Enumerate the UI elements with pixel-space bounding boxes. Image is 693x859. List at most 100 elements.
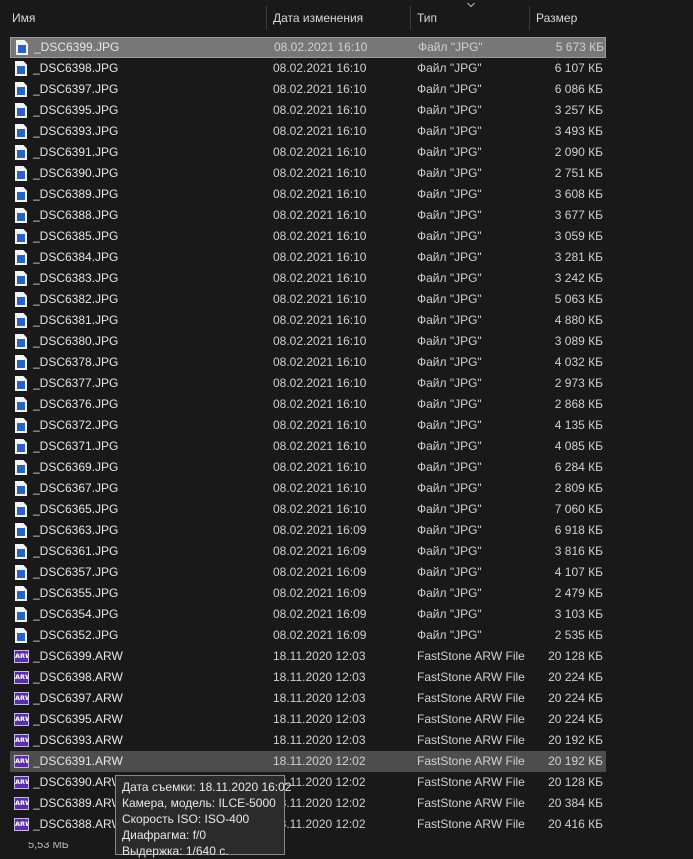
file-row[interactable]: ARW _DSC6395.ARW 18.11.2020 12:03 FastStone…	[10, 709, 606, 730]
file-date: 08.02.2021 16:10	[273, 61, 367, 75]
file-size: 5 673 КБ	[555, 40, 604, 54]
file-row[interactable]: _DSC6377.JPG 08.02.2021 16:10 Файл "JPG" 2 …	[10, 373, 606, 394]
file-date: 08.02.2021 16:10	[273, 124, 367, 138]
file-date: 08.02.2021 16:10	[273, 502, 367, 516]
file-size: 20 224 КБ	[548, 670, 603, 684]
file-name: _DSC6377.JPG	[33, 376, 119, 390]
file-row[interactable]: ARW _DSC6399.ARW 18.11.2020 12:03 FastStone…	[10, 646, 606, 667]
file-row[interactable]: ARW _DSC6393.ARW 18.11.2020 12:03 FastStone…	[10, 730, 606, 751]
column-header-date[interactable]: Дата изменения	[267, 6, 410, 30]
file-date: 08.02.2021 16:10	[273, 145, 367, 159]
file-row[interactable]: _DSC6354.JPG 08.02.2021 16:09 Файл "JPG" 3 …	[10, 604, 606, 625]
file-row[interactable]: ARW _DSC6388.ARW 18.11.2020 12:02 FastStone…	[10, 814, 606, 835]
file-name: _DSC6371.JPG	[33, 439, 119, 453]
file-name: _DSC6369.JPG	[33, 460, 119, 474]
jpg-file-icon	[15, 355, 27, 370]
file-date: 08.02.2021 16:09	[273, 544, 367, 558]
column-header-name[interactable]: Имя	[6, 6, 266, 30]
file-row[interactable]: _DSC6393.JPG 08.02.2021 16:10 Файл "JPG" 3 …	[10, 121, 606, 142]
file-row[interactable]: _DSC6389.JPG 08.02.2021 16:10 Файл "JPG" 3 …	[10, 184, 606, 205]
arw-file-icon: ARW	[14, 671, 29, 684]
file-row[interactable]: _DSC6388.JPG 08.02.2021 16:10 Файл "JPG" 3 …	[10, 205, 606, 226]
file-type: Файл "JPG"	[417, 313, 482, 327]
file-name: _DSC6399.JPG	[34, 40, 120, 54]
tooltip-camera-model: Камера, модель: ILCE-5000	[122, 796, 276, 810]
file-row[interactable]: _DSC6395.JPG 08.02.2021 16:10 Файл "JPG" 3 …	[10, 100, 606, 121]
file-row[interactable]: _DSC6357.JPG 08.02.2021 16:09 Файл "JPG" 4 …	[10, 562, 606, 583]
file-size: 4 880 КБ	[554, 313, 603, 327]
file-row[interactable]: _DSC6385.JPG 08.02.2021 16:10 Файл "JPG" 3 …	[10, 226, 606, 247]
file-size: 6 086 КБ	[554, 82, 603, 96]
file-icon-cell: ARW	[14, 649, 29, 664]
file-size: 20 384 КБ	[548, 796, 603, 810]
file-row[interactable]: _DSC6371.JPG 08.02.2021 16:10 Файл "JPG" 4 …	[10, 436, 606, 457]
file-size: 20 192 КБ	[548, 733, 603, 747]
file-type: FastStone ARW File	[417, 691, 525, 705]
file-type: Файл "JPG"	[417, 586, 482, 600]
file-name: _DSC6376.JPG	[33, 397, 119, 411]
file-row[interactable]: _DSC6390.JPG 08.02.2021 16:10 Файл "JPG" 2 …	[10, 163, 606, 184]
file-icon-cell	[14, 628, 29, 643]
column-header-type[interactable]: Тип	[411, 6, 529, 30]
file-date: 08.02.2021 16:10	[273, 313, 367, 327]
file-row[interactable]: _DSC6380.JPG 08.02.2021 16:10 Файл "JPG" 3 …	[10, 331, 606, 352]
file-row[interactable]: _DSC6376.JPG 08.02.2021 16:10 Файл "JPG" 2 …	[10, 394, 606, 415]
file-date: 08.02.2021 16:10	[273, 250, 367, 264]
file-row[interactable]: _DSC6365.JPG 08.02.2021 16:10 Файл "JPG" 7 …	[10, 499, 606, 520]
file-row[interactable]: ARW _DSC6389.ARW 18.11.2020 12:02 FastStone…	[10, 793, 606, 814]
file-row[interactable]: _DSC6378.JPG 08.02.2021 16:10 Файл "JPG" 4 …	[10, 352, 606, 373]
file-row[interactable]: ARW _DSC6398.ARW 18.11.2020 12:03 FastStone…	[10, 667, 606, 688]
chevron-down-icon	[467, 2, 475, 8]
file-row[interactable]: _DSC6381.JPG 08.02.2021 16:10 Файл "JPG" 4 …	[10, 310, 606, 331]
file-size: 2 090 КБ	[554, 145, 603, 159]
file-row[interactable]: _DSC6363.JPG 08.02.2021 16:09 Файл "JPG" 6 …	[10, 520, 606, 541]
jpg-file-icon	[15, 418, 27, 433]
file-name: _DSC6390.JPG	[33, 166, 119, 180]
file-icon-cell	[14, 523, 29, 538]
file-date: 08.02.2021 16:10	[273, 418, 367, 432]
file-icon-cell: ARW	[14, 712, 29, 727]
file-row[interactable]: _DSC6352.JPG 08.02.2021 16:09 Файл "JPG" 2 …	[10, 625, 606, 646]
jpg-file-icon	[15, 523, 27, 538]
file-size: 6 918 КБ	[554, 523, 603, 537]
file-row[interactable]: _DSC6361.JPG 08.02.2021 16:09 Файл "JPG" 3 …	[10, 541, 606, 562]
file-row[interactable]: _DSC6383.JPG 08.02.2021 16:10 Файл "JPG" 3 …	[10, 268, 606, 289]
file-row[interactable]: _DSC6372.JPG 08.02.2021 16:10 Файл "JPG" 4 …	[10, 415, 606, 436]
file-date: 08.02.2021 16:10	[273, 460, 367, 474]
file-row[interactable]: ARW _DSC6390.ARW 18.11.2020 12:02 FastStone…	[10, 772, 606, 793]
column-header-size[interactable]: Размер	[530, 6, 610, 30]
file-type: Файл "JPG"	[417, 481, 482, 495]
file-row[interactable]: ARW _DSC6391.ARW 18.11.2020 12:02 FastStone…	[10, 751, 606, 772]
file-size: 4 135 КБ	[554, 418, 603, 432]
file-icon-cell: ARW	[14, 817, 29, 832]
file-row[interactable]: _DSC6397.JPG 08.02.2021 16:10 Файл "JPG" 6 …	[10, 79, 606, 100]
file-type: FastStone ARW File	[417, 817, 525, 831]
file-date: 08.02.2021 16:10	[273, 229, 367, 243]
file-name: _DSC6372.JPG	[33, 418, 119, 432]
file-icon-cell	[14, 292, 29, 307]
file-row[interactable]: _DSC6398.JPG 08.02.2021 16:10 Файл "JPG" 6 …	[10, 58, 606, 79]
file-row[interactable]: _DSC6382.JPG 08.02.2021 16:10 Файл "JPG" 5 …	[10, 289, 606, 310]
file-date: 18.11.2020 12:02	[273, 754, 366, 768]
file-row[interactable]: _DSC6384.JPG 08.02.2021 16:10 Файл "JPG" 3 …	[10, 247, 606, 268]
file-date: 18.11.2020 12:02	[273, 817, 366, 831]
file-date: 18.11.2020 12:03	[273, 649, 366, 663]
file-row[interactable]: ARW _DSC6397.ARW 18.11.2020 12:03 FastStone…	[10, 688, 606, 709]
file-icon-cell	[14, 565, 29, 580]
jpg-file-icon	[15, 334, 27, 349]
file-type: Файл "JPG"	[417, 187, 482, 201]
file-name: _DSC6393.JPG	[33, 124, 119, 138]
file-date: 08.02.2021 16:10	[273, 82, 367, 96]
file-size: 5 063 КБ	[554, 292, 603, 306]
file-type: FastStone ARW File	[417, 775, 525, 789]
file-row[interactable]: _DSC6355.JPG 08.02.2021 16:09 Файл "JPG" 2 …	[10, 583, 606, 604]
status-bar: 5,53 МБ	[0, 842, 610, 852]
file-type: FastStone ARW File	[417, 733, 525, 747]
file-row[interactable]: _DSC6391.JPG 08.02.2021 16:10 Файл "JPG" 2 …	[10, 142, 606, 163]
file-type: Файл "JPG"	[417, 439, 482, 453]
file-row[interactable]: _DSC6367.JPG 08.02.2021 16:10 Файл "JPG" 2 …	[10, 478, 606, 499]
file-type: Файл "JPG"	[417, 544, 482, 558]
file-size: 2 809 КБ	[554, 481, 603, 495]
file-row[interactable]: _DSC6399.JPG 08.02.2021 16:10 Файл "JPG" 5 …	[10, 37, 606, 58]
file-row[interactable]: _DSC6369.JPG 08.02.2021 16:10 Файл "JPG" 6 …	[10, 457, 606, 478]
